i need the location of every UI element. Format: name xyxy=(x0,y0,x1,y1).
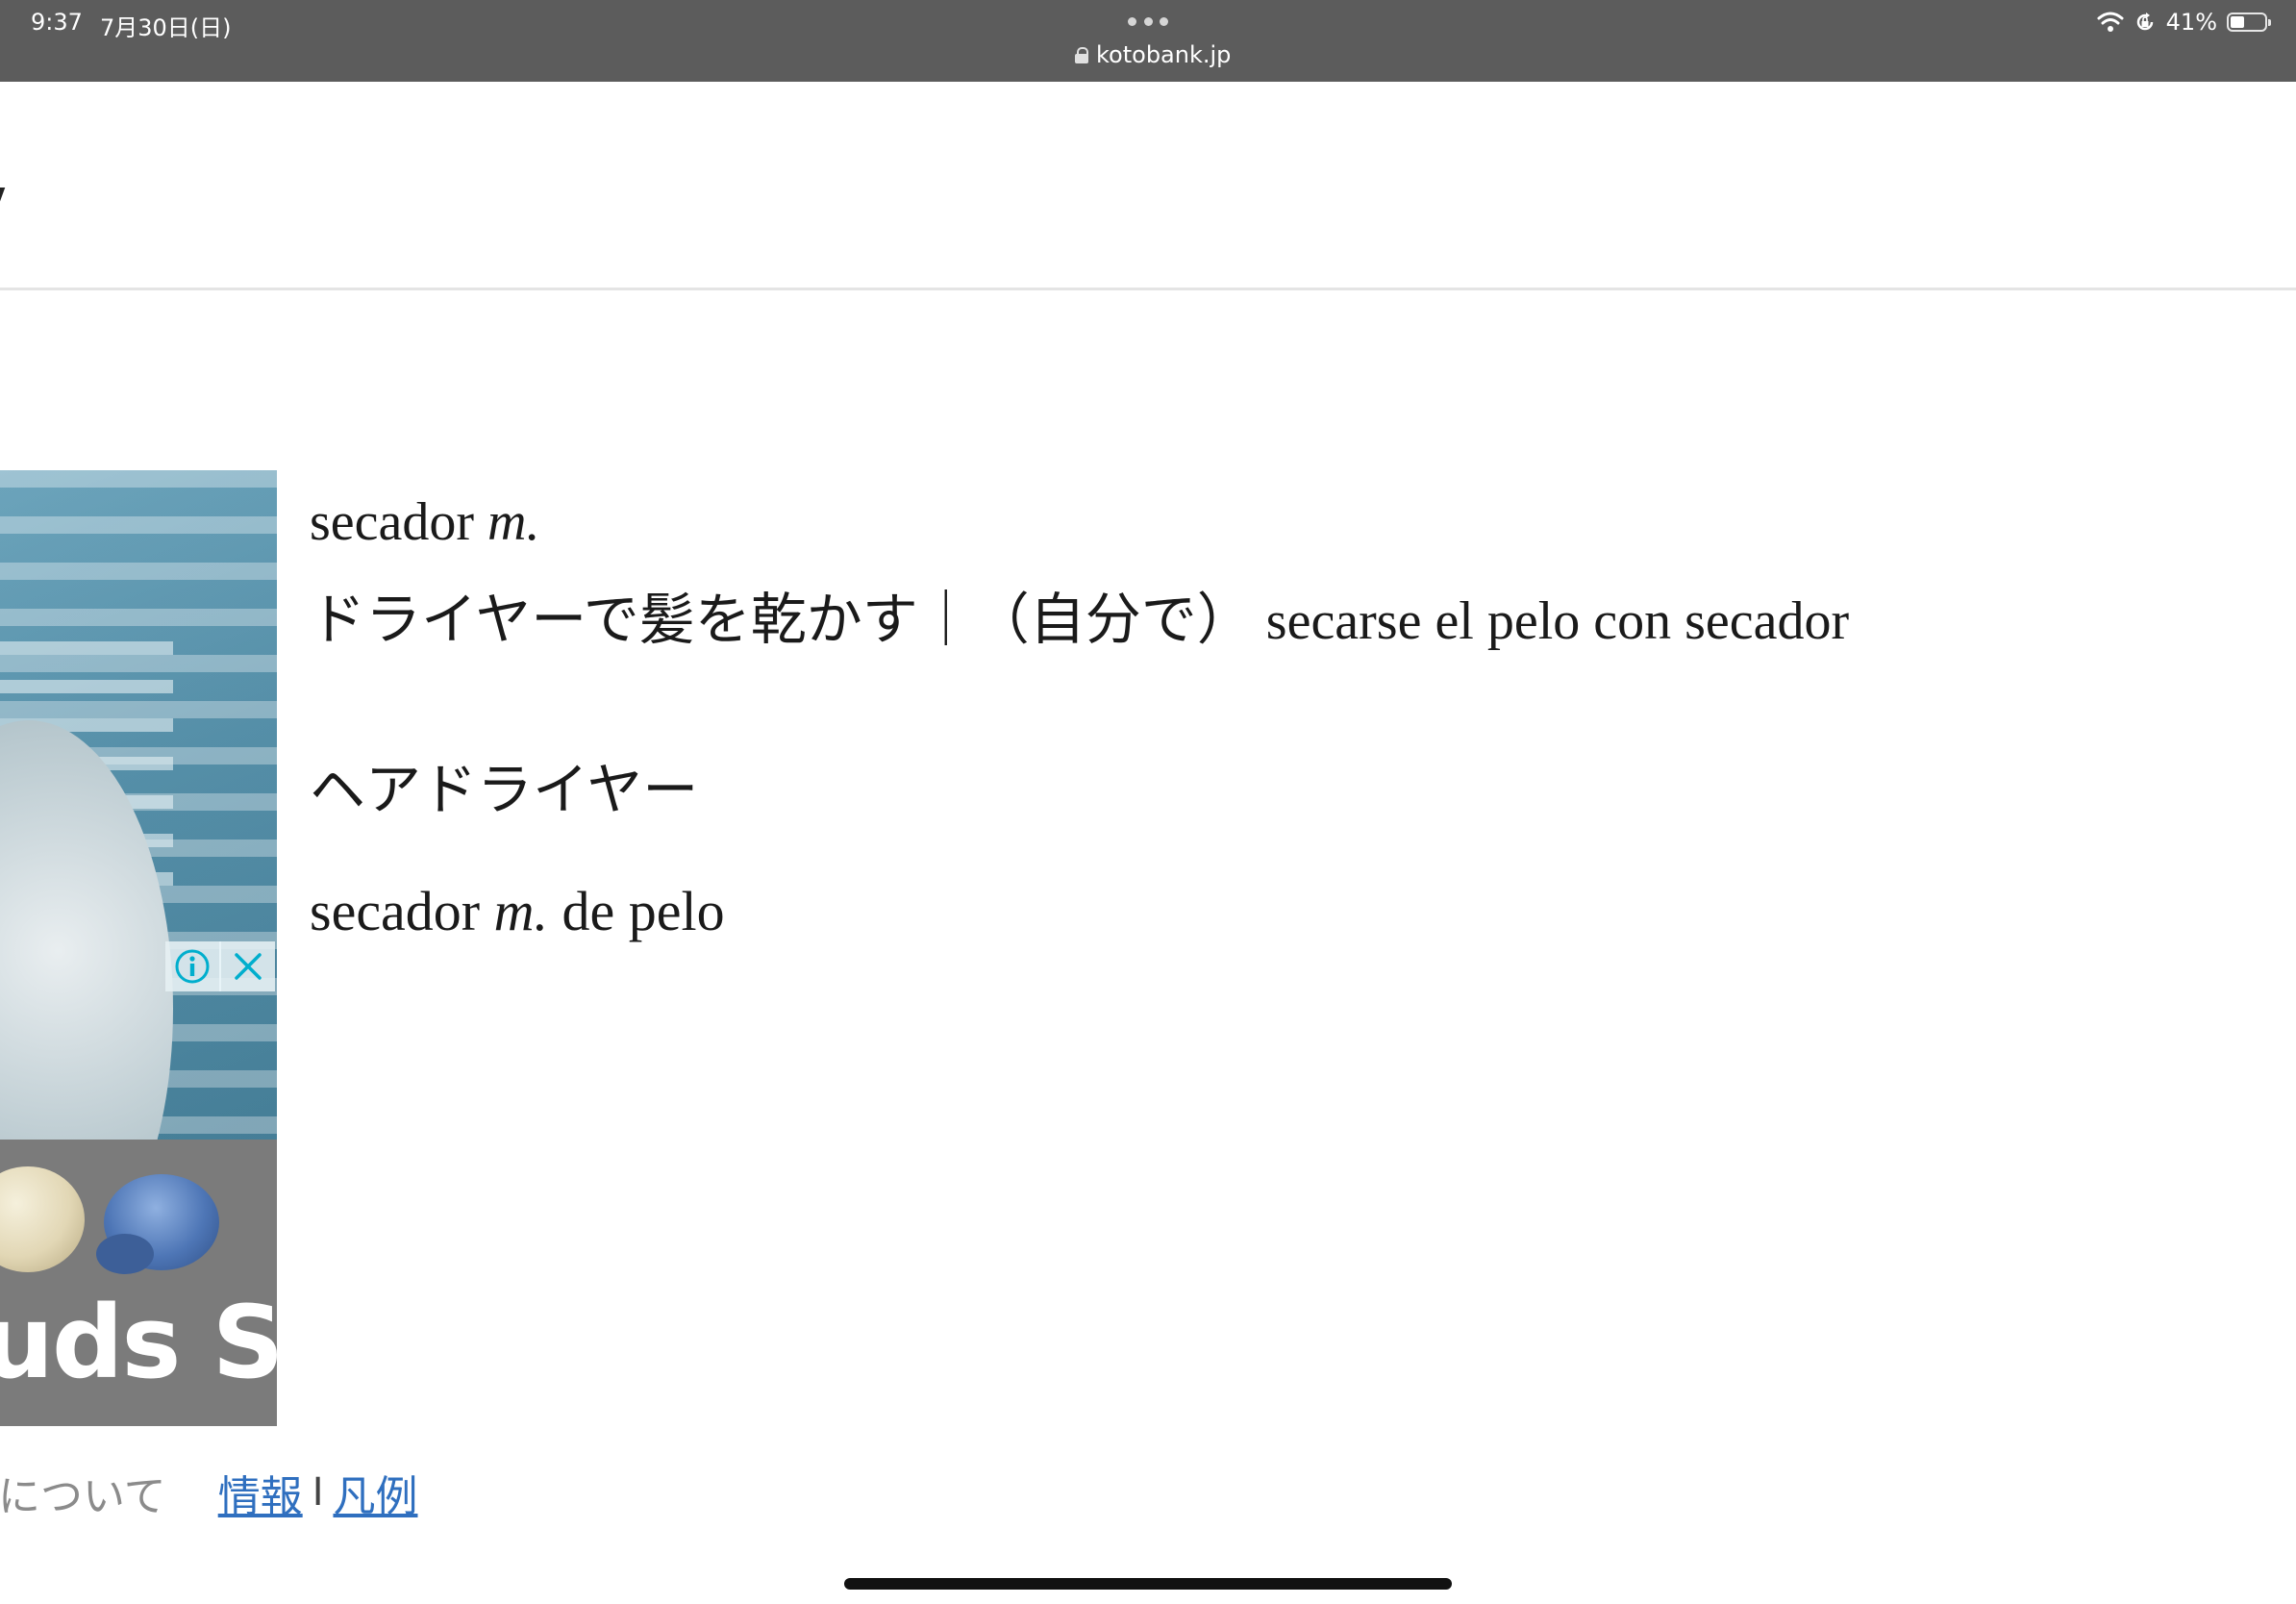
wifi-icon xyxy=(2097,12,2124,32)
advertisement[interactable]: uds S xyxy=(0,470,277,1426)
example-sentence: ドライヤーで髪を乾かす｜（自分で） secarse el pelo con se… xyxy=(310,585,1849,656)
headword-text: secador xyxy=(310,492,488,552)
status-indicators: 41% xyxy=(2097,8,2271,37)
ad-controls xyxy=(165,941,275,991)
translation-gender: m. xyxy=(493,880,549,942)
ad-info-icon[interactable] xyxy=(165,941,219,991)
about-text: について xyxy=(0,1472,166,1521)
status-bar: 9:37 7月30日(日) kotobank.jp 41% xyxy=(0,0,2296,82)
entry-heading-hairdryer: ヘアドライヤー xyxy=(310,757,699,822)
info-link[interactable]: 情報 xyxy=(218,1462,303,1523)
status-date: 7月30日(日) xyxy=(100,14,232,41)
translation-rest: de pelo xyxy=(548,880,725,942)
ad-image[interactable] xyxy=(0,470,277,1297)
entry-headword: secador m. xyxy=(310,489,539,556)
translation-word: secador xyxy=(310,880,494,942)
ad-close-icon[interactable] xyxy=(219,941,275,991)
multitasking-dots-icon[interactable] xyxy=(1128,17,1168,27)
address-bar[interactable]: kotobank.jp xyxy=(1075,40,1231,69)
example-japanese: ドライヤーで髪を乾かす｜（自分で） xyxy=(310,587,1253,652)
header-logo-fragment xyxy=(0,188,6,205)
ad-brand-text: uds S xyxy=(0,1284,277,1401)
entry-footer: について 情報 I 凡例 xyxy=(0,1466,417,1521)
translation-line: secador m. de pelo xyxy=(310,877,725,946)
orientation-lock-icon xyxy=(2136,13,2153,31)
battery-icon xyxy=(2227,13,2271,32)
site-header xyxy=(0,82,2296,290)
link-separator: I xyxy=(312,1470,324,1515)
home-indicator[interactable] xyxy=(844,1578,1452,1590)
ad-product-panel[interactable]: uds S xyxy=(0,1140,277,1426)
earbud-white xyxy=(0,1166,85,1272)
example-spanish: secarse el pelo con secador xyxy=(1265,591,1850,651)
headword-gender: m. xyxy=(487,492,540,552)
url-text: kotobank.jp xyxy=(1096,41,1232,68)
legend-link[interactable]: 凡例 xyxy=(333,1462,417,1523)
lock-icon xyxy=(1075,47,1088,63)
battery-percent: 41% xyxy=(2165,9,2217,36)
status-time: 9:37 xyxy=(31,9,83,36)
